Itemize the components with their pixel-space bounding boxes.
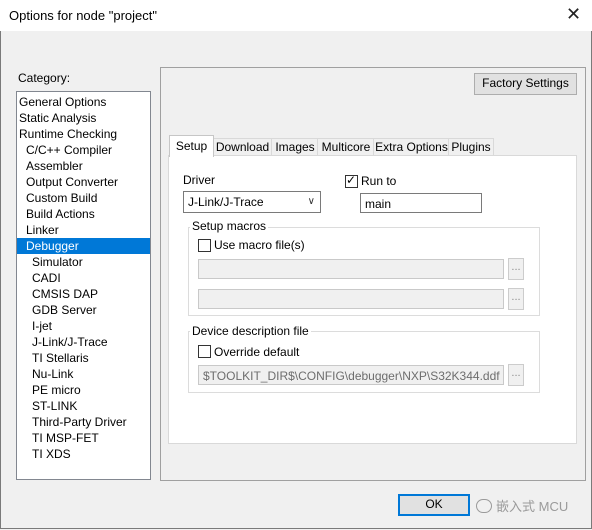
category-item[interactable]: TI Stellaris [17,350,150,366]
category-item[interactable]: Assembler [17,158,150,174]
category-item[interactable]: General Options [17,94,150,110]
category-item[interactable]: TI MSP-FET [17,430,150,446]
category-item-label: Assembler [26,159,83,173]
use-macro-checkbox[interactable] [198,239,211,252]
category-item[interactable]: Static Analysis [17,110,150,126]
category-item[interactable]: ST-LINK [17,398,150,414]
category-item-label: Debugger [26,239,79,253]
category-item-label: TI Stellaris [32,351,89,365]
category-item-label: Third-Party Driver [32,415,127,429]
macro-file-input-2[interactable] [198,289,504,309]
macro-file-input-1[interactable] [198,259,504,279]
setup-macros-title: Setup macros [190,219,269,233]
driver-select-value: J-Link/J-Trace [188,195,264,209]
tab-extra-options[interactable]: Extra Options [373,138,450,156]
category-item-label: I-jet [32,319,53,333]
category-item-label: CMSIS DAP [32,287,99,301]
ok-button[interactable]: OK [398,494,470,516]
device-description-title: Device description file [190,324,311,338]
category-label: Category: [18,71,71,85]
browse-macro-button-2[interactable]: ... [508,288,524,310]
override-default-checkbox[interactable] [198,345,211,358]
tab-setup[interactable]: Setup [169,135,214,157]
browse-macro-button-1[interactable]: ... [508,258,524,280]
category-item-label: J-Link/J-Trace [32,335,108,349]
category-item[interactable]: Third-Party Driver [17,414,150,430]
run-to-checkbox[interactable] [345,173,358,188]
category-item-label: Custom Build [26,191,98,205]
category-item-label: General Options [19,95,107,109]
category-item-label: Static Analysis [19,111,97,125]
category-item[interactable]: Custom Build [17,190,150,206]
category-item[interactable]: CMSIS DAP [17,286,150,302]
chevron-down-icon: ∨ [307,196,315,207]
driver-label: Driver [183,173,215,187]
category-item-label: GDB Server [32,303,97,317]
category-item[interactable]: Runtime Checking [17,126,150,142]
tab-download[interactable]: Download [212,138,273,156]
use-macro-label: Use macro file(s) [214,238,305,252]
factory-settings-button[interactable]: Factory Settings [474,73,577,95]
category-item-label: ST-LINK [32,399,78,413]
category-item-label: CADI [32,271,61,285]
category-item[interactable]: J-Link/J-Trace [17,334,150,350]
category-item[interactable]: C/C++ Compiler [17,142,150,158]
category-item[interactable]: Nu-Link [17,366,150,382]
tab-multicore[interactable]: Multicore [317,138,375,156]
category-item-label: Nu-Link [32,367,74,381]
tab-images[interactable]: Images [271,138,319,156]
category-item-label: Output Converter [26,175,119,189]
category-item[interactable]: Output Converter [17,174,150,190]
category-item[interactable]: Linker [17,222,150,238]
watermark: 嵌入式 MCU [476,496,568,515]
device-description-path: $TOOLKIT_DIR$\CONFIG\debugger\NXP\S32K34… [203,369,500,383]
category-item-label: Runtime Checking [19,127,118,141]
category-item-label: Build Actions [26,207,95,221]
window-title: Options for node "project" [9,8,157,23]
run-to-value: main [365,197,392,211]
category-item[interactable]: Simulator [17,254,150,270]
close-icon[interactable]: ✕ [566,5,581,23]
category-item[interactable]: Debugger [17,238,150,254]
tab-plugins[interactable]: Plugins [448,138,494,156]
driver-select[interactable]: J-Link/J-Trace ∨ [183,191,321,213]
category-item-label: TI XDS [32,447,71,461]
device-description-input[interactable]: $TOOLKIT_DIR$\CONFIG\debugger\NXP\S32K34… [198,365,504,385]
watermark-text: 嵌入式 MCU [496,499,569,514]
category-item-label: TI MSP-FET [32,431,99,445]
category-item-label: PE micro [32,383,81,397]
run-to-input[interactable]: main [360,193,482,213]
category-item[interactable]: CADI [17,270,150,286]
browse-device-button[interactable]: ... [508,364,524,386]
category-item[interactable]: TI XDS [17,446,150,462]
category-list[interactable]: General Options Static Analysis Runtime Ch… [16,91,151,480]
run-to-label: Run to [361,174,397,188]
category-item-label: C/C++ Compiler [26,143,113,157]
category-item-label: Linker [26,223,59,237]
category-item[interactable]: Build Actions [17,206,150,222]
category-item[interactable]: GDB Server [17,302,150,318]
category-item[interactable]: I-jet [17,318,150,334]
category-item-label: Simulator [32,255,83,269]
wechat-icon [476,499,492,513]
override-default-label: Override default [214,345,300,359]
category-item[interactable]: PE micro [17,382,150,398]
